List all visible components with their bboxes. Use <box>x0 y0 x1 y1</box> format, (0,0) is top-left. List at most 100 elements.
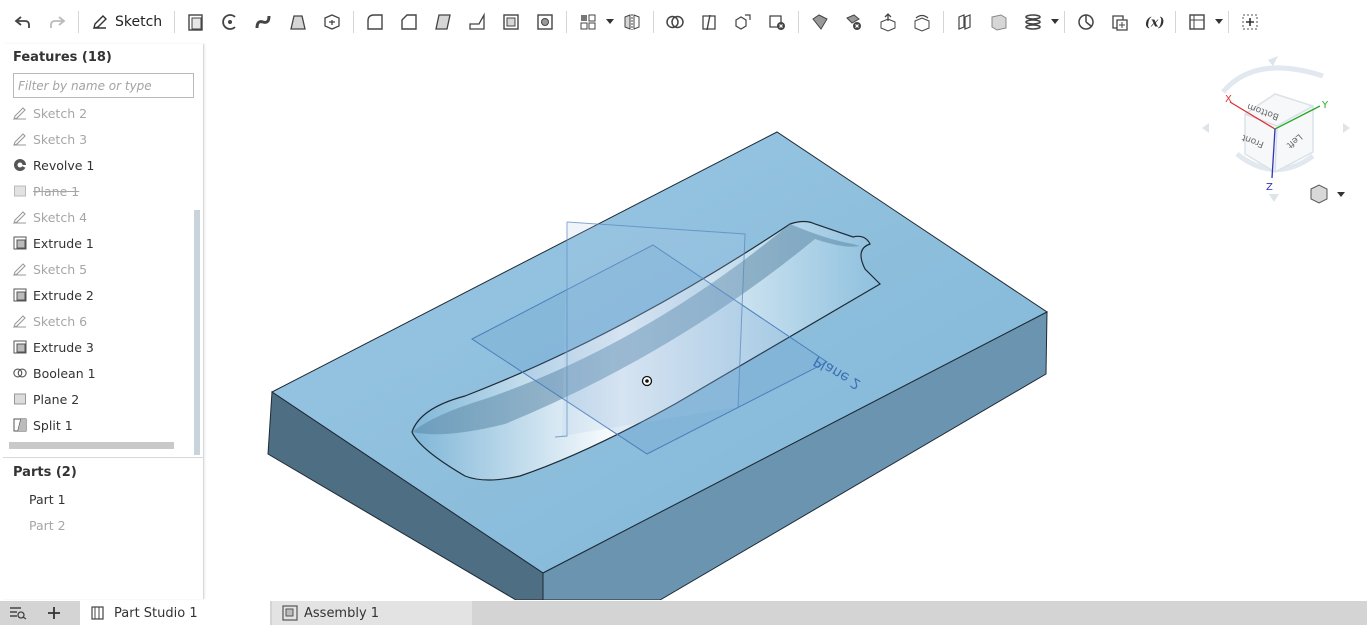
extrude-icon[interactable] <box>179 6 213 38</box>
pattern-icon[interactable] <box>571 6 605 38</box>
extrude-icon <box>13 236 27 250</box>
variable-icon[interactable]: (x) <box>1137 6 1171 38</box>
rotate-up-arrow[interactable] <box>1268 56 1278 66</box>
replace-face-icon[interactable] <box>905 6 939 38</box>
chamfer-icon[interactable] <box>392 6 426 38</box>
toolbar-divider <box>1064 11 1066 33</box>
redo-icon[interactable] <box>40 6 74 38</box>
feature-item-sketch-5[interactable]: Sketch 5 <box>13 256 188 282</box>
part-item-part-1[interactable]: Part 1 <box>29 492 66 507</box>
feature-item-label: Sketch 2 <box>33 105 88 121</box>
plane-icon <box>13 392 27 406</box>
view-options-button[interactable] <box>1310 184 1345 204</box>
feature-item-plane-2[interactable]: Plane 2 <box>13 386 188 412</box>
tab-assembly-1[interactable]: Assembly 1 <box>272 601 472 625</box>
extrude-icon <box>13 340 27 354</box>
helix-icon[interactable] <box>1016 6 1050 38</box>
sketch-icon <box>13 210 27 224</box>
panel-divider <box>3 457 203 458</box>
undo-icon[interactable] <box>6 6 40 38</box>
feature-item-label: Boolean 1 <box>33 365 96 381</box>
revolve-icon[interactable] <box>213 6 247 38</box>
feature-list-scrollbar[interactable] <box>194 210 200 455</box>
part-studio-icon[interactable] <box>1180 6 1214 38</box>
feature-list-horizontal-scrollbar[interactable] <box>9 442 174 449</box>
toolbar-divider <box>353 11 355 33</box>
feature-item-sketch-6[interactable]: Sketch 6 <box>13 308 188 334</box>
fillet-icon[interactable] <box>358 6 392 38</box>
section-icon[interactable] <box>1103 6 1137 38</box>
feature-item-label: Extrude 1 <box>33 235 94 251</box>
mirror-icon[interactable] <box>615 6 649 38</box>
feature-item-sketch-2[interactable]: Sketch 2 <box>13 100 188 126</box>
toolbar-divider <box>78 11 79 33</box>
feature-item-sketch-3[interactable]: Sketch 3 <box>13 126 188 152</box>
move-face-icon[interactable] <box>871 6 905 38</box>
thicken-icon[interactable] <box>315 6 349 38</box>
feature-item-extrude-3[interactable]: Extrude 3 <box>13 334 188 360</box>
feature-item-boolean-1[interactable]: Boolean 1 <box>13 360 188 386</box>
view-cube-arc-top[interactable] <box>1221 65 1324 94</box>
rotate-down-arrow[interactable] <box>1269 194 1279 202</box>
pencil-icon <box>93 15 107 29</box>
feature-filter-input[interactable] <box>13 73 194 98</box>
rotate-right-arrow[interactable] <box>1343 123 1350 133</box>
sweep-icon[interactable] <box>247 6 281 38</box>
svg-text:(x): (x) <box>1145 15 1164 30</box>
draft-icon[interactable] <box>426 6 460 38</box>
delete-face-icon[interactable] <box>837 6 871 38</box>
feature-item-extrude-1[interactable]: Extrude 1 <box>13 230 188 256</box>
shell-icon[interactable] <box>494 6 528 38</box>
sketch-icon <box>13 106 27 120</box>
hole-icon[interactable] <box>528 6 562 38</box>
feature-item-plane-1[interactable]: Plane 1 <box>13 178 188 204</box>
feature-item-label: Sketch 3 <box>33 131 88 147</box>
plane-icon[interactable] <box>982 6 1016 38</box>
feature-item-label: Plane 1 <box>33 183 80 199</box>
rib-icon[interactable] <box>460 6 494 38</box>
revolve-icon <box>13 158 27 172</box>
boolean-icon[interactable] <box>658 6 692 38</box>
tab-manager-icon[interactable] <box>0 601 36 625</box>
x-axis-label: X <box>1225 94 1232 105</box>
rotate-left-arrow[interactable] <box>1202 123 1209 133</box>
mate-connector-icon[interactable] <box>1069 6 1103 38</box>
sketch-icon <box>13 262 27 276</box>
toolbar-divider <box>653 11 655 33</box>
feature-item-split-1[interactable]: Split 1 <box>13 412 188 438</box>
split-icon[interactable] <box>692 6 726 38</box>
origin-center <box>645 379 649 383</box>
boolean-icon <box>13 366 27 380</box>
chevron-down-icon[interactable] <box>605 6 615 38</box>
z-axis-label: Z <box>1266 182 1273 193</box>
toolbar-divider <box>1228 11 1230 33</box>
assembly-icon <box>282 605 298 621</box>
modify-fillet-icon[interactable] <box>803 6 837 38</box>
chevron-down-icon[interactable] <box>1050 6 1060 38</box>
sketch-button-label: Sketch <box>115 14 163 30</box>
sketch-button[interactable]: Sketch <box>83 6 170 38</box>
feature-item-sketch-4[interactable]: Sketch 4 <box>13 204 188 230</box>
offset-surface-icon[interactable] <box>948 6 982 38</box>
delete-part-icon[interactable] <box>760 6 794 38</box>
extrude-icon <box>13 288 27 302</box>
tab-part-studio-1[interactable]: Part Studio 1 <box>80 601 270 625</box>
graphics-viewport[interactable]: Plane 2 Bottom Front Left X Y Z <box>205 44 1367 600</box>
plane-3[interactable] <box>562 222 745 436</box>
view-cube[interactable]: Bottom Front Left X Y Z <box>1202 56 1350 202</box>
feature-list-panel: Features (18) Sketch 2 Sketch 3 Revolve … <box>3 44 204 599</box>
add-icon[interactable] <box>1233 6 1267 38</box>
tab-label: Part Studio 1 <box>114 605 198 621</box>
model-canvas[interactable]: Plane 2 Bottom Front Left X Y Z <box>205 44 1367 600</box>
feature-item-revolve-1[interactable]: Revolve 1 <box>13 152 188 178</box>
part-studio-icon <box>91 606 104 620</box>
loft-icon[interactable] <box>281 6 315 38</box>
part-item-part-2[interactable]: Part 2 <box>29 518 66 533</box>
toolbar-divider <box>174 11 176 33</box>
chevron-down-icon[interactable] <box>1214 6 1224 38</box>
feature-item-label: Plane 2 <box>33 391 80 407</box>
transform-icon[interactable] <box>726 6 760 38</box>
add-tab-icon[interactable] <box>36 601 72 625</box>
tab-bar: Part Studio 1 Assembly 1 <box>0 601 1367 625</box>
feature-item-extrude-2[interactable]: Extrude 2 <box>13 282 188 308</box>
